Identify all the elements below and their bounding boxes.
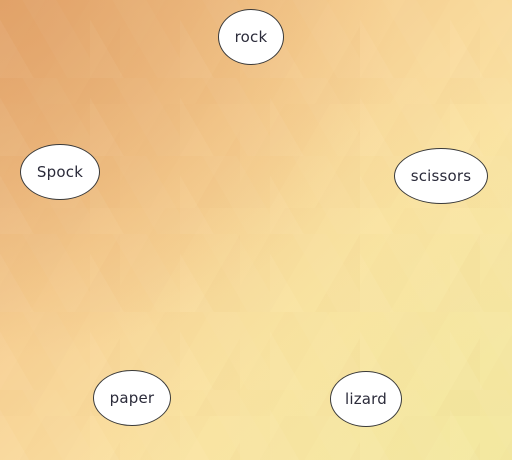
choice-paper-label: paper xyxy=(109,389,155,407)
choice-spock-label: Spock xyxy=(36,163,84,181)
choice-lizard-label: lizard xyxy=(344,390,388,408)
choice-scissors-button[interactable]: scissors xyxy=(394,148,488,204)
choice-spock-button[interactable]: Spock xyxy=(20,144,100,200)
choice-scissors-label: scissors xyxy=(410,167,472,185)
choice-rock-label: rock xyxy=(234,28,268,46)
choice-paper-button[interactable]: paper xyxy=(93,370,171,426)
choice-lizard-button[interactable]: lizard xyxy=(330,371,402,427)
choice-rock-button[interactable]: rock xyxy=(218,9,284,65)
background-texture xyxy=(0,0,512,460)
